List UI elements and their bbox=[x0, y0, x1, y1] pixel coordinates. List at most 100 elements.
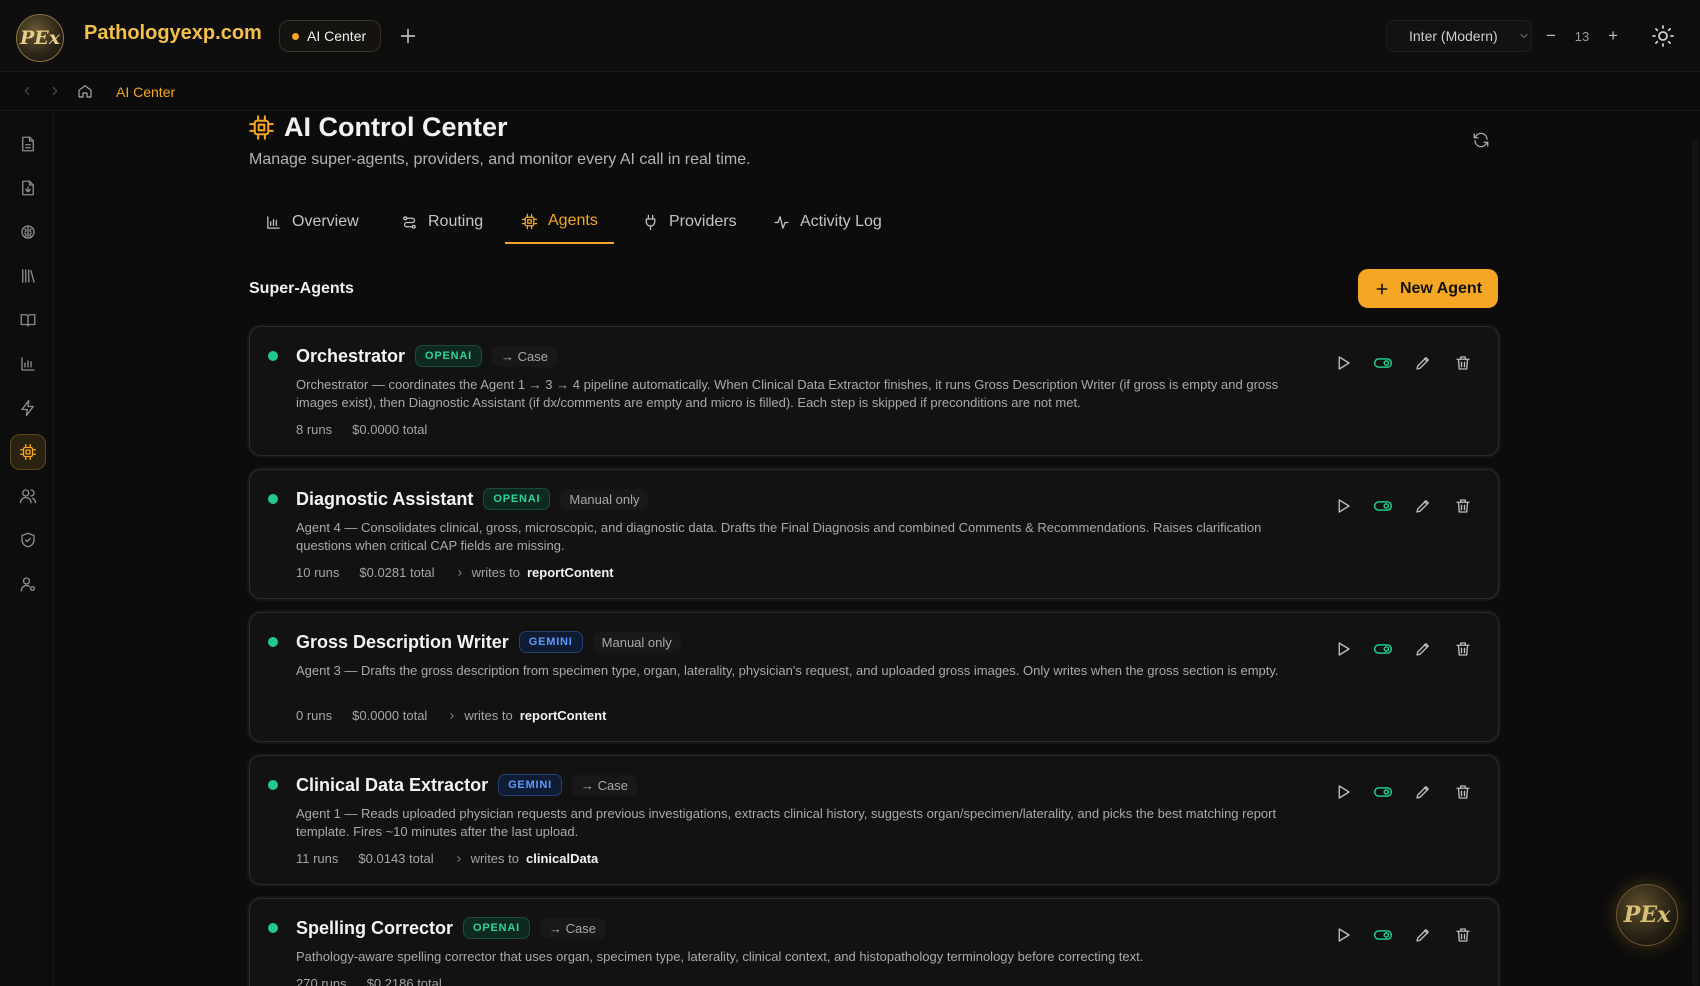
trash-icon bbox=[1456, 499, 1470, 513]
status-indicator bbox=[268, 637, 278, 647]
tab-agents[interactable]: Agents bbox=[505, 200, 614, 244]
font-size-control: − 13 + bbox=[1540, 20, 1624, 52]
page-title: AI Control Center bbox=[284, 112, 508, 142]
sidebar-item-import[interactable] bbox=[10, 170, 46, 206]
tab-providers[interactable]: Providers bbox=[626, 200, 753, 244]
agent-stats: 8 runs $0.0000 total bbox=[296, 422, 427, 437]
play-icon bbox=[1338, 642, 1350, 656]
pencil-icon bbox=[1416, 357, 1429, 370]
font-size-decrease-button[interactable]: − bbox=[1546, 26, 1556, 46]
agent-actions bbox=[1333, 496, 1473, 516]
bar-chart-icon bbox=[267, 215, 280, 229]
sidebar-item-automation[interactable] bbox=[10, 390, 46, 426]
run-agent-button[interactable] bbox=[1333, 782, 1353, 802]
run-agent-button[interactable] bbox=[1333, 496, 1353, 516]
back-button[interactable] bbox=[20, 84, 34, 98]
agent-card[interactable]: Spelling Corrector OPENAI → Case Patholo… bbox=[249, 898, 1499, 986]
sidebar-item-brain[interactable] bbox=[10, 214, 46, 250]
plus-icon bbox=[400, 28, 416, 44]
home-button[interactable] bbox=[77, 83, 93, 99]
edit-agent-button[interactable] bbox=[1413, 782, 1433, 802]
enable-toggle[interactable] bbox=[1373, 496, 1393, 516]
agent-stats: 11 runs $0.0143 total writes to clinical… bbox=[296, 851, 598, 866]
forward-button[interactable] bbox=[48, 84, 62, 98]
bar-chart-icon bbox=[21, 357, 35, 371]
font-size-increase-button[interactable]: + bbox=[1608, 26, 1618, 46]
open-tab-ai-center[interactable]: AI Center bbox=[279, 20, 381, 52]
delete-agent-button[interactable] bbox=[1453, 782, 1473, 802]
agent-actions bbox=[1333, 782, 1473, 802]
run-agent-button[interactable] bbox=[1333, 925, 1353, 945]
edit-agent-button[interactable] bbox=[1413, 925, 1433, 945]
enable-toggle[interactable] bbox=[1373, 782, 1393, 802]
tab-overview[interactable]: Overview bbox=[249, 200, 375, 244]
run-agent-button[interactable] bbox=[1333, 639, 1353, 659]
agent-cost: $0.2186 total bbox=[366, 976, 442, 986]
tab-label: Providers bbox=[669, 213, 737, 230]
sidebar-item-book[interactable] bbox=[10, 302, 46, 338]
sidebar-item-users[interactable] bbox=[10, 478, 46, 514]
agent-actions bbox=[1333, 925, 1473, 945]
agent-card[interactable]: Diagnostic Assistant OPENAI Manual only … bbox=[249, 469, 1499, 599]
refresh-button[interactable] bbox=[1472, 131, 1490, 149]
agent-target: → Case bbox=[492, 345, 557, 367]
enable-toggle[interactable] bbox=[1373, 925, 1393, 945]
agent-writes-to: writes to clinicalData bbox=[454, 851, 598, 866]
refresh-icon bbox=[1473, 132, 1489, 148]
site-title[interactable]: Pathologyexp.com bbox=[84, 22, 262, 45]
tab-activity-log[interactable]: Activity Log bbox=[757, 200, 898, 244]
sidebar-item-user-settings[interactable] bbox=[10, 566, 46, 602]
edit-agent-button[interactable] bbox=[1413, 353, 1433, 373]
agent-cost: $0.0143 total bbox=[358, 851, 434, 866]
sun-icon bbox=[1652, 25, 1674, 47]
delete-agent-button[interactable] bbox=[1453, 925, 1473, 945]
writes-label: writes to bbox=[464, 708, 513, 723]
app-logo[interactable]: PEx bbox=[16, 14, 64, 62]
run-agent-button[interactable] bbox=[1333, 353, 1353, 373]
theme-toggle-button[interactable] bbox=[1651, 24, 1675, 48]
sidebar-item-analytics[interactable] bbox=[10, 346, 46, 382]
tab-routing[interactable]: Routing bbox=[385, 200, 499, 244]
chevron-right-icon bbox=[450, 712, 454, 719]
sidebar-item-ai-center[interactable] bbox=[10, 434, 46, 470]
font-family-select[interactable]: Inter (Modern) bbox=[1386, 20, 1532, 52]
agent-name: Diagnostic Assistant bbox=[296, 488, 474, 509]
agent-target: → Case bbox=[540, 917, 605, 939]
delete-agent-button[interactable] bbox=[1453, 639, 1473, 659]
play-icon bbox=[1338, 928, 1350, 942]
enable-toggle[interactable] bbox=[1373, 353, 1393, 373]
agent-card[interactable]: Clinical Data Extractor GEMINI → Case Ag… bbox=[249, 755, 1499, 885]
users-icon bbox=[19, 489, 37, 504]
writes-label: writes to bbox=[471, 565, 520, 580]
trash-icon bbox=[1456, 785, 1470, 799]
toggle-on-icon bbox=[1373, 787, 1393, 797]
edit-agent-button[interactable] bbox=[1413, 496, 1433, 516]
agent-stats: 270 runs $0.2186 total bbox=[296, 976, 442, 986]
sidebar-item-documents[interactable] bbox=[10, 126, 46, 162]
trash-icon bbox=[1456, 928, 1470, 942]
toggle-on-icon bbox=[1373, 930, 1393, 940]
agent-runs: 0 runs bbox=[296, 708, 333, 723]
sidebar-item-library[interactable] bbox=[10, 258, 46, 294]
writes-label: writes to bbox=[470, 851, 519, 866]
pencil-icon bbox=[1416, 786, 1429, 799]
delete-agent-button[interactable] bbox=[1453, 353, 1473, 373]
new-agent-button[interactable]: New Agent bbox=[1358, 269, 1498, 308]
chevron-right-icon bbox=[456, 855, 461, 862]
agent-card[interactable]: Orchestrator OPENAI → Case Orchestrator … bbox=[249, 326, 1499, 456]
writes-target: reportContent bbox=[526, 565, 614, 580]
trash-icon bbox=[1456, 356, 1470, 370]
enable-toggle[interactable] bbox=[1373, 639, 1393, 659]
toggle-on-icon bbox=[1373, 501, 1393, 511]
edit-agent-button[interactable] bbox=[1413, 639, 1433, 659]
chevron-right-icon bbox=[52, 86, 58, 96]
agent-card[interactable]: Gross Description Writer GEMINI Manual o… bbox=[249, 612, 1499, 742]
floating-assistant-button[interactable]: PEx bbox=[1616, 884, 1678, 946]
sidebar-item-security[interactable] bbox=[10, 522, 46, 558]
new-agent-label: New Agent bbox=[1399, 279, 1483, 297]
breadcrumb-current: AI Center bbox=[116, 84, 176, 100]
add-tab-button[interactable] bbox=[397, 25, 419, 47]
open-tab-label: AI Center bbox=[307, 28, 367, 44]
scrollbar[interactable] bbox=[1692, 140, 1698, 986]
delete-agent-button[interactable] bbox=[1453, 496, 1473, 516]
